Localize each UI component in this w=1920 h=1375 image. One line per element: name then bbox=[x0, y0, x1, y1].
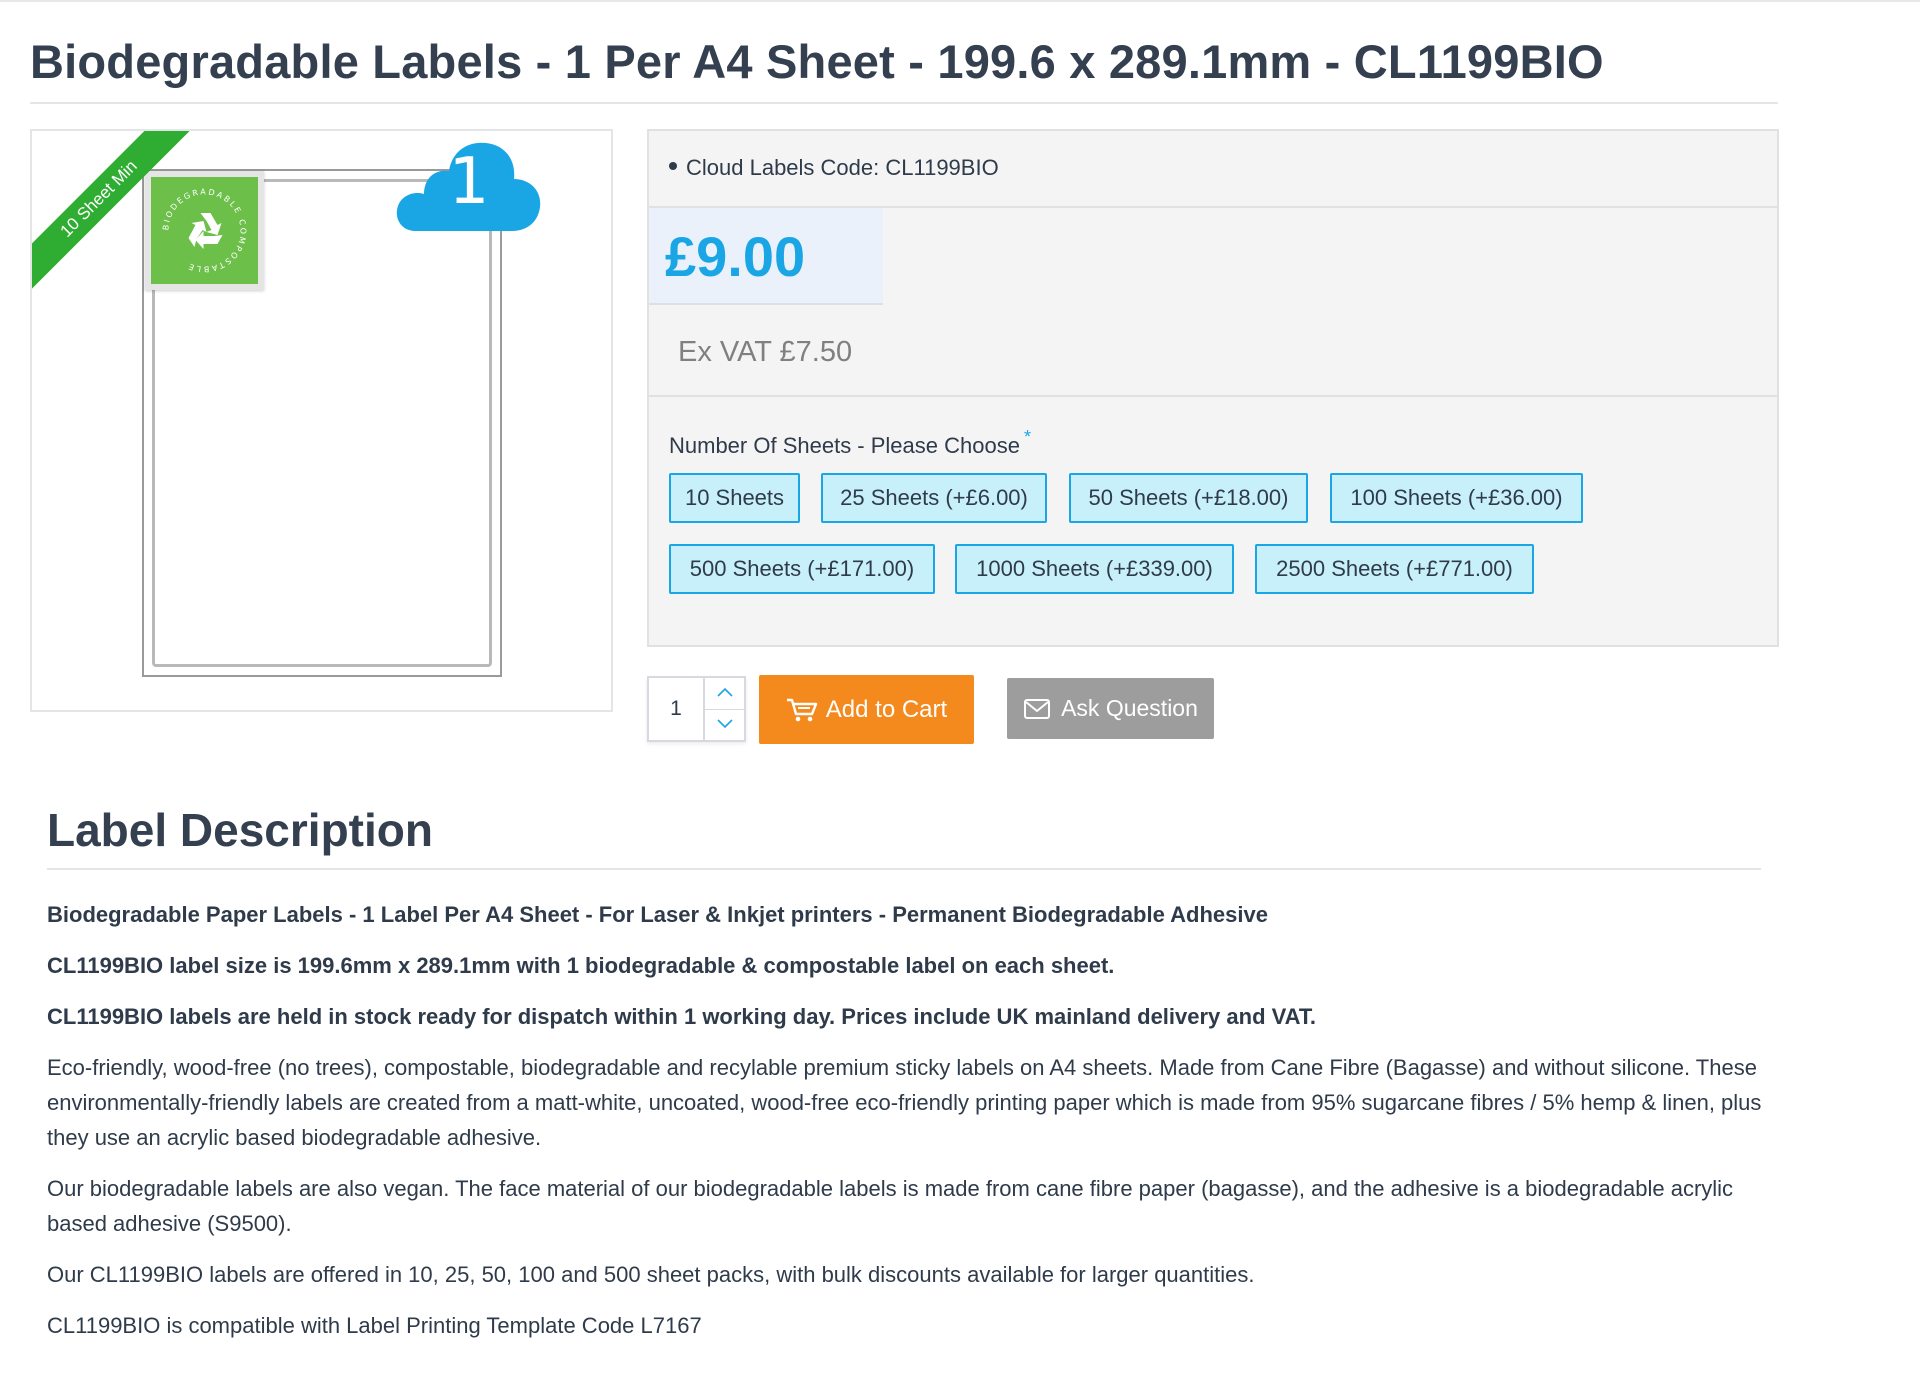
panel-divider bbox=[649, 395, 1777, 397]
quantity-increase-button[interactable] bbox=[705, 678, 746, 709]
add-to-cart-button[interactable]: Add to Cart bbox=[759, 675, 974, 744]
sheet-option-label-text: Number Of Sheets - Please Choose bbox=[669, 433, 1020, 458]
page-title: Biodegradable Labels - 1 Per A4 Sheet - … bbox=[30, 35, 1604, 88]
quantity-input[interactable] bbox=[649, 678, 703, 740]
description-bold-line: CL1199BIO labels are held in stock ready… bbox=[47, 1004, 1317, 1029]
description-heading: Label Description bbox=[47, 804, 433, 856]
description-bold-line: CL1199BIO label size is 199.6mm x 289.1m… bbox=[47, 953, 1115, 978]
top-rule bbox=[0, 0, 1920, 2]
option-50-sheets[interactable]: 50 Sheets (+£18.00) bbox=[1069, 473, 1308, 523]
ex-vat-price: Ex VAT £7.50 bbox=[678, 336, 853, 368]
option-25-sheets[interactable]: 25 Sheets (+£6.00) bbox=[821, 473, 1047, 523]
cart-icon bbox=[786, 698, 817, 721]
quantity-decrease-button[interactable] bbox=[705, 709, 746, 740]
description-paragraph: Our CL1199BIO labels are offered in 10, … bbox=[47, 1262, 1255, 1287]
chevron-up-icon bbox=[717, 687, 733, 697]
add-to-cart-label: Add to Cart bbox=[825, 695, 948, 723]
envelope-icon bbox=[1024, 698, 1051, 719]
product-code: Cloud Labels Code: CL1199BIO bbox=[686, 155, 999, 180]
ribbon: 10 Sheet Min bbox=[32, 131, 192, 291]
option-1000-sheets[interactable]: 1000 Sheets (+£339.00) bbox=[955, 544, 1234, 594]
product-code-row: Cloud Labels Code: CL1199BIO bbox=[649, 131, 1777, 208]
option-500-sheets[interactable]: 500 Sheets (+£171.00) bbox=[669, 544, 935, 594]
description-paragraph: Eco-friendly, wood-free (no trees), comp… bbox=[47, 1055, 1762, 1150]
quantity-stepper bbox=[647, 676, 746, 742]
price-box: £9.00 bbox=[649, 208, 883, 305]
required-marker: * bbox=[1023, 427, 1031, 447]
product-info-panel: Cloud Labels Code: CL1199BIO £9.00 Ex VA… bbox=[647, 129, 1779, 647]
bullet-icon bbox=[669, 162, 677, 171]
ribbon-text: 10 Sheet Min bbox=[32, 131, 192, 291]
cloud-icon: 1 bbox=[394, 139, 544, 239]
description-paragraph: Our biodegradable labels are also vegan.… bbox=[47, 1176, 1734, 1236]
option-2500-sheets[interactable]: 2500 Sheets (+£771.00) bbox=[1255, 544, 1534, 594]
product-image[interactable]: BIODEGRADABLE COMPOSTABLE 10 Sheet Min 1 bbox=[30, 129, 613, 712]
description-divider bbox=[47, 868, 1761, 870]
ask-question-label: Ask Question bbox=[1061, 695, 1198, 721]
description-bold-line: Biodegradable Paper Labels - 1 Label Per… bbox=[47, 902, 1268, 927]
title-divider bbox=[30, 102, 1778, 104]
cloud-number: 1 bbox=[448, 145, 490, 219]
description-body: Biodegradable Paper Labels - 1 Label Per… bbox=[47, 897, 1767, 1359]
option-10-sheets[interactable]: 10 Sheets bbox=[669, 473, 800, 523]
ask-question-button[interactable]: Ask Question bbox=[1007, 678, 1214, 739]
price: £9.00 bbox=[665, 225, 806, 288]
option-100-sheets[interactable]: 100 Sheets (+£36.00) bbox=[1330, 473, 1583, 523]
chevron-down-icon bbox=[717, 719, 733, 728]
description-paragraph: CL1199BIO is compatible with Label Print… bbox=[47, 1313, 702, 1338]
sheet-option-label: Number Of Sheets - Please Choose * bbox=[669, 427, 1031, 459]
